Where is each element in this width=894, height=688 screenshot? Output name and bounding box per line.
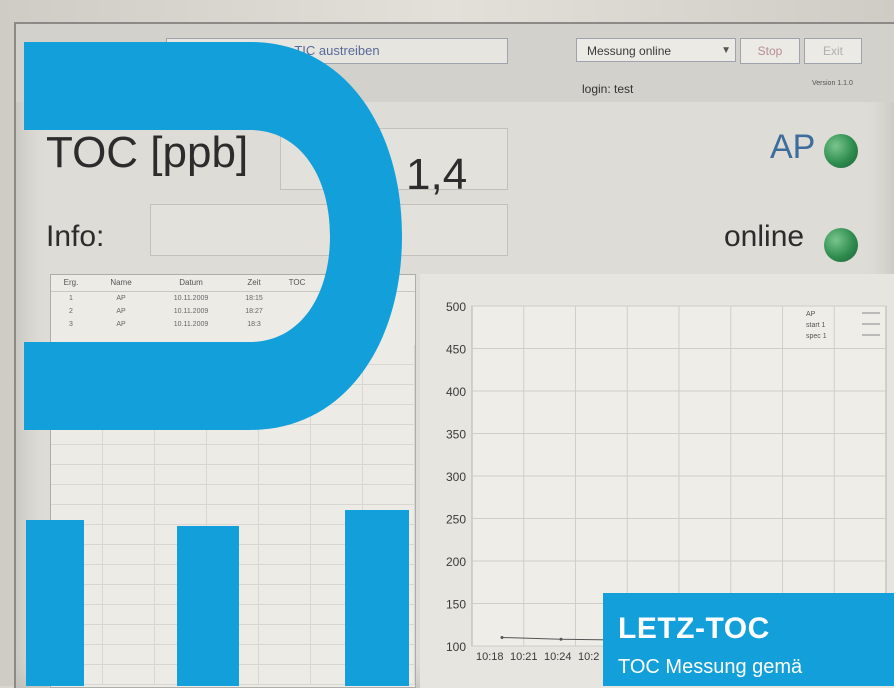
y-tick-label: 350: [446, 428, 466, 442]
x-tick-label: 10:21: [510, 651, 538, 663]
x-tick-label: 10:24: [544, 651, 572, 663]
table-grid: [51, 345, 415, 685]
y-tick-label: 150: [446, 598, 466, 612]
y-tick-label: 500: [446, 300, 466, 314]
table-cell: 18:3: [247, 321, 261, 328]
table-cell: 18:15: [245, 295, 263, 302]
ap-label: AP: [770, 128, 816, 166]
ap-status-lamp: [824, 134, 858, 168]
mode-select[interactable]: Messung online ▼: [576, 38, 736, 62]
legend-entry: start 1: [806, 322, 826, 329]
info-label: Info:: [46, 220, 105, 253]
toc-value-box: [280, 128, 508, 190]
y-tick-label: 200: [446, 555, 466, 569]
brand-title: LETZ-TOC: [618, 612, 770, 645]
col-header: TOC: [288, 278, 306, 287]
toc-label: TOC [ppb]: [46, 128, 249, 177]
info-field: [150, 204, 508, 256]
table-cell: AP: [116, 321, 126, 328]
legend-entry: spec 1: [806, 333, 827, 340]
brand-subtitle: TOC Messung gemä: [618, 656, 803, 678]
login-label: login: test: [582, 82, 634, 96]
x-tick-label: 10:2: [578, 651, 599, 663]
col-header: Datum: [179, 278, 203, 287]
table-row[interactable]: 2 AP 10.11.2009 18:27: [51, 305, 415, 318]
y-tick-label: 300: [446, 470, 466, 484]
table-header: Erg. Name Datum Zeit TOC: [51, 275, 415, 292]
col-header: Name: [110, 278, 132, 287]
toc-value: 1,4: [406, 150, 468, 199]
status-row: Messung | 09.05 | 10:23 | RG: [44, 84, 201, 98]
results-table[interactable]: Erg. Name Datum Zeit TOC 1 AP 10.11.2009…: [50, 274, 416, 688]
y-tick-label: 450: [446, 343, 466, 357]
table-row[interactable]: 1 AP 10.11.2009 18:15: [51, 292, 415, 305]
table-cell: 10.11.2009: [173, 308, 209, 315]
y-tick-label: 400: [446, 385, 466, 399]
y-tick-label: 250: [446, 513, 466, 527]
top-bar: TIC austreiben Messung online ▼ Stop Exi…: [16, 24, 894, 102]
online-label: online: [724, 220, 805, 253]
x-tick-label: 10:18: [476, 651, 504, 663]
table-cell: 1: [69, 295, 73, 302]
online-status-lamp: [824, 228, 858, 262]
legend-entry: AP: [806, 311, 816, 318]
stop-button[interactable]: Stop: [740, 38, 800, 64]
mode-select-value: Messung online: [587, 44, 672, 58]
table-cell: 10.11.2009: [173, 321, 209, 328]
chevron-down-icon: ▼: [721, 45, 731, 56]
table-cell: [277, 292, 317, 305]
table-cell: [277, 305, 317, 318]
y-tick-label: 100: [446, 640, 466, 654]
table-cell: AP: [116, 295, 126, 302]
table-cell: 18:27: [245, 308, 263, 315]
exit-button[interactable]: Exit: [804, 38, 862, 64]
touch-screen: TIC austreiben Messung online ▼ Stop Exi…: [14, 22, 894, 688]
col-header: Erg.: [63, 278, 79, 287]
col-header: Zeit: [247, 278, 261, 287]
table-cell: 3: [69, 321, 73, 328]
table-cell: AP: [116, 308, 126, 315]
table-cell: [277, 318, 317, 331]
version-label: Version 1.1.0: [812, 80, 853, 87]
table-cell: 2: [69, 308, 73, 315]
table-cell: 10.11.2009: [173, 295, 209, 302]
title-field: TIC austreiben: [166, 38, 508, 64]
table-row[interactable]: 3 AP 10.11.2009 18:3: [51, 318, 415, 331]
